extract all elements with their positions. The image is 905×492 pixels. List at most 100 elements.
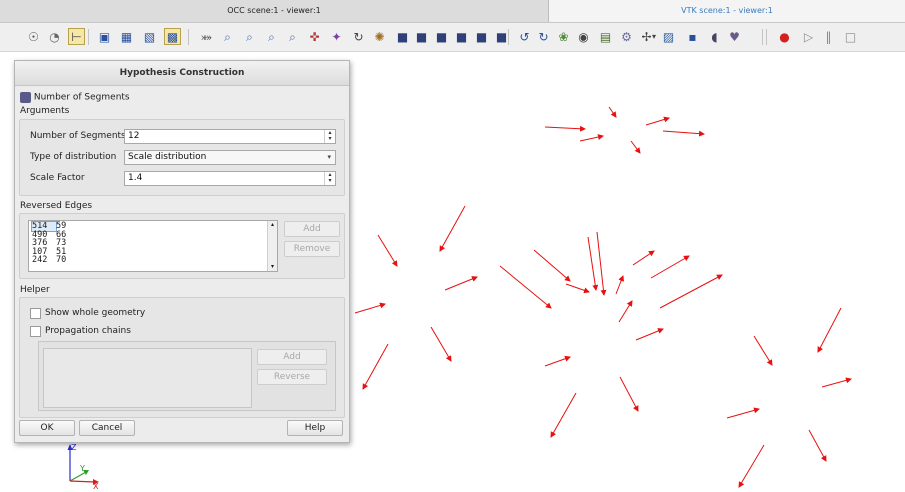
rotate-ccw-icon[interactable]: ↺	[516, 28, 533, 45]
edge-direction-arrow	[619, 376, 639, 412]
toolbar-separator	[188, 29, 189, 45]
num-segments-value: 12	[128, 131, 140, 141]
distribution-label: Type of distribution	[30, 152, 117, 162]
edge-direction-arrow	[659, 274, 723, 309]
zoom-out-icon[interactable]: ⌕	[284, 28, 301, 45]
spin-icon[interactable]: ✺	[371, 28, 388, 45]
scroll-down-icon[interactable]: ▾	[268, 263, 277, 271]
select-rect-icon[interactable]: ▦	[118, 28, 135, 45]
helper-group: Show whole geometry Propagation chains A…	[19, 297, 345, 418]
ok-button[interactable]: OK	[19, 420, 75, 436]
scroll-up-icon[interactable]: ▴	[268, 221, 277, 229]
axis-x-label: X	[93, 482, 99, 489]
chains-list[interactable]	[43, 348, 252, 408]
axis-y-label: Y	[79, 464, 85, 473]
show-whole-geometry-checkbox[interactable]	[30, 308, 41, 319]
view-top-icon[interactable]: ■	[433, 28, 450, 45]
edge-direction-arrow	[587, 236, 599, 291]
add-edge-button[interactable]: Add	[284, 221, 340, 237]
scale-factor-spinbox[interactable]: 1.4 ▴ ▾	[124, 171, 336, 186]
edge-direction-arrows	[354, 106, 852, 488]
edge-direction-arrow	[630, 140, 641, 154]
viewer-icon[interactable]: ♥	[726, 28, 743, 45]
edge-direction-arrow	[544, 355, 571, 367]
edge-direction-arrow	[738, 444, 765, 488]
select-polygon-icon[interactable]: ▧	[141, 28, 158, 45]
edge-direction-arrow	[444, 276, 478, 291]
stereo-icon[interactable]: ◖	[706, 28, 723, 45]
scaling-icon[interactable]: ⚙	[618, 28, 635, 45]
edge-direction-arrow	[808, 429, 827, 462]
ambient-icon[interactable]: ▨	[660, 28, 677, 45]
fit-selection-icon[interactable]: ⌕	[241, 28, 258, 45]
view-back-icon[interactable]: ■	[413, 28, 430, 45]
edge-direction-arrow	[354, 302, 386, 314]
projection-icon[interactable]: ▪	[684, 28, 701, 45]
select-mode-icon[interactable]: ▣	[96, 28, 113, 45]
global-pan-icon[interactable]: ✦	[328, 28, 345, 45]
edge-direction-arrow	[817, 307, 842, 353]
edge-direction-arrow	[544, 125, 586, 132]
zoom-icon[interactable]: ⌕	[263, 28, 280, 45]
tab-occ-viewer[interactable]: OCC scene:1 - viewer:1	[0, 0, 549, 22]
chevron-down-icon[interactable]: ▾	[650, 28, 658, 45]
edge-direction-arrow	[635, 328, 664, 341]
stop-icon[interactable]: □	[842, 28, 859, 45]
list-item[interactable]: 242 70	[29, 256, 277, 265]
spin-arrows-icon[interactable]: ▴ ▾	[324, 130, 335, 143]
edge-direction-arrow	[632, 250, 655, 266]
hypothesis-icon	[20, 92, 31, 103]
view-bottom-icon[interactable]: ■	[453, 28, 470, 45]
edge-direction-arrow	[645, 116, 670, 126]
pause-icon[interactable]: ‖	[820, 28, 837, 45]
hypothesis-name: Number of Segments	[33, 92, 130, 103]
distribution-combobox[interactable]: Scale distribution ▾	[124, 150, 336, 165]
edge-direction-arrow	[565, 283, 590, 294]
help-button[interactable]: Help	[287, 420, 343, 436]
rotate-icon[interactable]: ↻	[350, 28, 367, 45]
remove-edge-button[interactable]: Remove	[284, 241, 340, 257]
edge-direction-arrow	[608, 106, 617, 118]
edge-direction-arrow	[550, 392, 577, 438]
edge-direction-arrow	[430, 326, 452, 362]
rotate-cw-icon[interactable]: ↻	[535, 28, 552, 45]
rotation-point-icon[interactable]: ◔	[46, 28, 63, 45]
select-circle-icon[interactable]: ▩	[164, 28, 181, 45]
play-icon[interactable]: ▷	[800, 28, 817, 45]
reset-view-icon[interactable]: ❀	[555, 28, 572, 45]
edge-direction-arrow	[533, 249, 571, 282]
arguments-group: Number of Segments 12 ▴ ▾ Type of distrib…	[19, 119, 345, 196]
reversed-edges-list[interactable]: 514 59 490 66 376 73 107 51 242 70 ▴ ▾	[28, 220, 278, 272]
edges-list-scrollbar[interactable]: ▴ ▾	[267, 221, 277, 271]
fit-all-icon[interactable]: ⤘	[198, 28, 215, 45]
record-icon[interactable]: ●	[776, 28, 793, 45]
helper-heading: Helper	[20, 285, 50, 295]
clipping-icon[interactable]: ▤	[597, 28, 614, 45]
trihedron-icon[interactable]: ⊢	[68, 28, 85, 45]
num-segments-spinbox[interactable]: 12 ▴ ▾	[124, 129, 336, 144]
propagation-chains-checkbox[interactable]	[30, 326, 41, 337]
add-chain-button[interactable]: Add	[257, 349, 327, 365]
edge-direction-arrow	[615, 275, 624, 295]
reverse-chain-button[interactable]: Reverse	[257, 369, 327, 385]
chevron-down-icon: ▾	[327, 153, 331, 161]
dialog-title[interactable]: Hypothesis Construction	[15, 61, 349, 86]
spin-arrows-icon[interactable]: ▴ ▾	[324, 172, 335, 185]
edge-direction-arrow	[579, 134, 604, 142]
edge-direction-arrow	[596, 231, 607, 296]
edge-direction-arrow	[377, 234, 398, 267]
hypothesis-construction-dialog: Hypothesis Construction Number of Segmen…	[14, 60, 350, 443]
view-left-icon[interactable]: ■	[473, 28, 490, 45]
tab-vtk-viewer[interactable]: VTK scene:1 - viewer:1	[549, 0, 905, 22]
clone-view-icon[interactable]: ◉	[575, 28, 592, 45]
arguments-heading: Arguments	[20, 106, 70, 116]
edge-direction-arrow	[618, 300, 633, 323]
view-front-icon[interactable]: ■	[394, 28, 411, 45]
cancel-button[interactable]: Cancel	[79, 420, 135, 436]
pan-icon[interactable]: ✜	[306, 28, 323, 45]
num-segments-label: Number of Segments	[30, 131, 126, 141]
axis-trihedron: Z Y X	[67, 443, 99, 491]
fit-area-icon[interactable]: ⌕	[219, 28, 236, 45]
dump-view-icon[interactable]: ☉	[25, 28, 42, 45]
propagation-chains-label: Propagation chains	[45, 326, 131, 336]
